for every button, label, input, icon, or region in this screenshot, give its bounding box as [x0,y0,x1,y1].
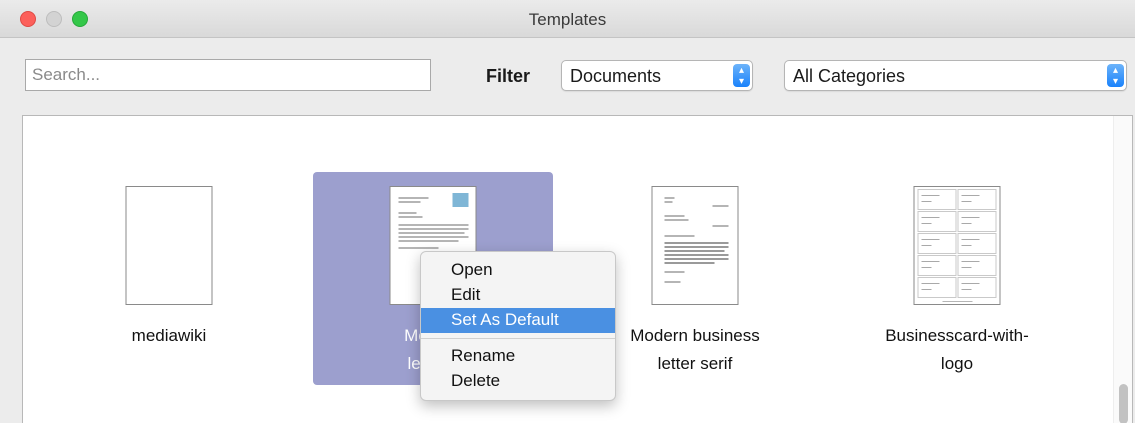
template-label: mediawiki [131,326,207,345]
search-input[interactable] [25,59,431,91]
template-thumbnail [913,186,1001,305]
window-title: Templates [528,10,607,29]
select-stepper-icon: ▴ ▾ [733,64,750,87]
category-select[interactable]: All Categories ▴ ▾ [784,60,1127,91]
menu-item-open[interactable]: Open [421,258,615,283]
filter-label: Filter [486,66,531,86]
template-label: Businesscard-with- logo [885,326,1029,373]
scrollbar-thumb[interactable] [1119,384,1128,423]
template-thumbnail [125,186,213,305]
menu-item-edit[interactable]: Edit [421,283,615,308]
template-thumbnail [651,186,739,305]
category-value: All Categories [793,66,906,86]
template-item-mediawiki[interactable]: mediawiki [49,172,289,385]
menu-separator [421,338,615,339]
menu-item-rename[interactable]: Rename [421,344,615,369]
template-item-businesscard-with-logo[interactable]: Businesscard-with- logo [837,172,1077,385]
document-type-select[interactable]: Documents ▴ ▾ [561,60,753,91]
vertical-scrollbar[interactable] [1113,116,1132,423]
menu-item-delete[interactable]: Delete [421,369,615,394]
menu-item-set-as-default[interactable]: Set As Default [421,308,615,333]
context-menu: Open Edit Set As Default Rename Delete [420,251,616,401]
select-stepper-icon: ▴ ▾ [1107,64,1124,87]
title-bar: Templates [0,0,1135,38]
document-type-value: Documents [570,66,662,86]
